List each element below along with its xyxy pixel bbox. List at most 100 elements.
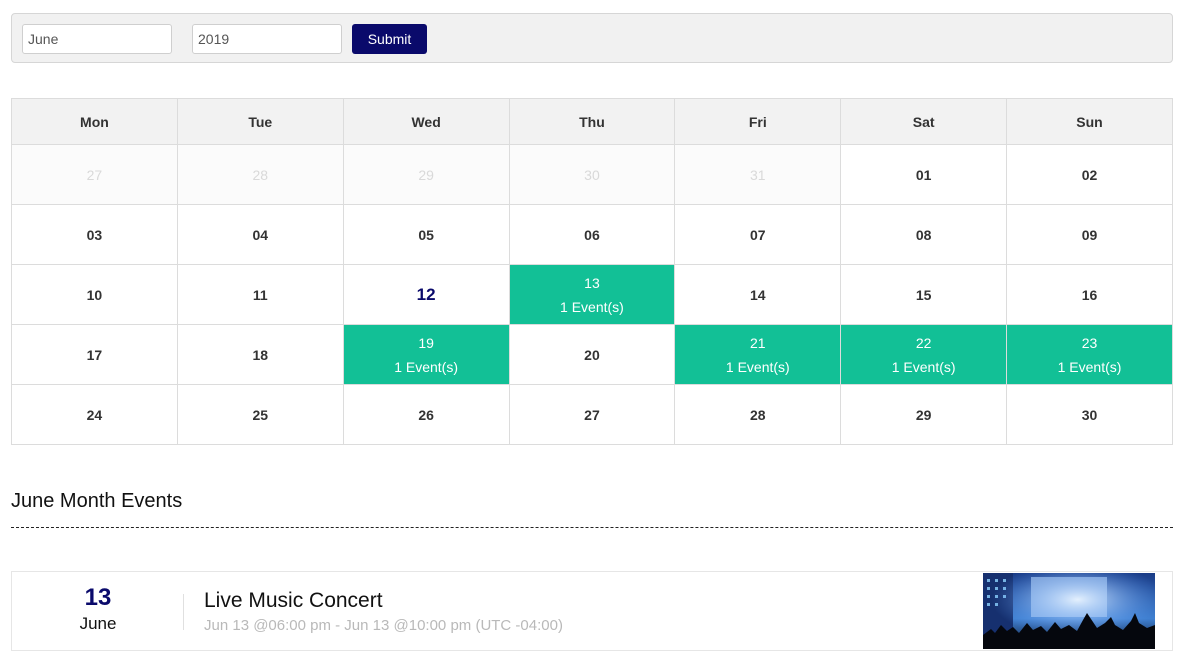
day-number: 23 [1081, 334, 1098, 351]
calendar-day-cell[interactable]: 28 [176, 144, 344, 205]
calendar-day-cell[interactable]: 03 [11, 204, 178, 265]
section-divider [11, 527, 1173, 528]
day-number: 29 [915, 406, 932, 423]
event-separator [183, 594, 184, 630]
day-number: 15 [915, 286, 932, 303]
calendar-day-cell[interactable]: 30 [1006, 384, 1173, 445]
event-count-link[interactable]: 1 Event(s) [1007, 357, 1172, 377]
day-number: 29 [418, 166, 434, 183]
calendar-day-cell[interactable]: 06 [508, 204, 676, 265]
day-number: 11 [252, 286, 268, 303]
event-date-day: 13 [84, 584, 112, 611]
event-title-link[interactable]: Live Music Concert [204, 589, 383, 613]
calendar-day-cell[interactable]: 04 [176, 204, 344, 265]
calendar-day-cell[interactable]: 17 [11, 324, 178, 385]
event-date-month: June [79, 614, 117, 633]
calendar-day-cell[interactable]: 15 [840, 264, 1008, 325]
calendar-body: 27 28 29 30 31 01 02 03 04 05 06 07 08 09 10 11 12 13 1 Ev… [11, 144, 1173, 445]
day-number: 07 [750, 226, 766, 243]
calendar-day-cell[interactable]: 14 [674, 264, 842, 325]
calendar-week-row: 03 04 05 06 07 08 09 [11, 204, 1173, 265]
month-input[interactable] [22, 24, 172, 54]
event-count-link[interactable]: 1 Event(s) [675, 357, 840, 377]
day-number: 14 [750, 286, 766, 303]
calendar-day-cell[interactable]: 01 [840, 144, 1008, 205]
day-number: 16 [1081, 286, 1098, 303]
weekday-header-sat: Sat [840, 98, 1008, 145]
calendar-day-cell[interactable]: 25 [176, 384, 344, 445]
concert-photo-icon[interactable] [983, 573, 1155, 649]
calendar-day-cell[interactable]: 21 1 Event(s) [674, 324, 842, 385]
day-number: 31 [750, 166, 766, 183]
day-number: 02 [1081, 166, 1098, 183]
calendar-day-cell[interactable]: 23 1 Event(s) [1006, 324, 1173, 385]
calendar-day-cell[interactable]: 30 [508, 144, 676, 205]
calendar-day-cell[interactable]: 16 [1006, 264, 1173, 325]
filter-bar: Submit [11, 13, 1173, 63]
year-input[interactable] [192, 24, 342, 54]
day-number: 22 [915, 334, 932, 351]
calendar-day-cell[interactable]: 10 [11, 264, 178, 325]
calendar-day-cell[interactable]: 12 [342, 264, 510, 325]
weekday-header-sun: Sun [1006, 98, 1173, 145]
weekday-header-mon: Mon [11, 98, 178, 145]
day-number: 27 [86, 166, 103, 183]
day-number: 19 [418, 334, 434, 351]
calendar-day-cell[interactable]: 26 [342, 384, 510, 445]
event-count-link[interactable]: 1 Event(s) [510, 297, 675, 317]
calendar-day-cell[interactable]: 31 [674, 144, 842, 205]
event-count-link[interactable]: 1 Event(s) [344, 357, 509, 377]
calendar-week-row: 27 28 29 30 31 01 02 [11, 144, 1173, 205]
day-number: 01 [915, 166, 932, 183]
calendar-day-cell[interactable]: 08 [840, 204, 1008, 265]
day-number: 03 [86, 226, 103, 243]
section-title: June Month Events [11, 490, 183, 512]
submit-button[interactable]: Submit [352, 24, 427, 54]
day-number: 28 [252, 166, 269, 183]
weekday-header-thu: Thu [508, 98, 676, 145]
day-number: 04 [252, 226, 269, 243]
day-number: 05 [418, 226, 434, 243]
day-number: 13 [584, 274, 600, 291]
weekday-header-fri: Fri [674, 98, 842, 145]
calendar-grid: Mon Tue Wed Thu Fri Sat Sun 27 28 29 30 31 01 02 03 04… [11, 98, 1173, 445]
calendar-day-cell[interactable]: 19 1 Event(s) [342, 324, 510, 385]
day-number: 26 [418, 406, 434, 423]
calendar-week-row: 17 18 19 1 Event(s) 20 21 1 Event(s) 22 1 Event(… [11, 324, 1173, 385]
event-card[interactable]: 13 June Live Music Concert Jun 13 @06:00… [11, 571, 1173, 651]
day-number: 30 [584, 166, 600, 183]
calendar-day-cell[interactable]: 29 [840, 384, 1008, 445]
day-number: 20 [584, 346, 600, 363]
day-number: 17 [86, 346, 103, 363]
calendar-day-cell[interactable]: 28 [674, 384, 842, 445]
calendar-day-cell[interactable]: 22 1 Event(s) [840, 324, 1008, 385]
calendar-day-cell[interactable]: 05 [342, 204, 510, 265]
day-number: 24 [86, 406, 103, 423]
calendar-day-cell[interactable]: 18 [176, 324, 344, 385]
weekday-header-tue: Tue [176, 98, 344, 145]
calendar-day-cell[interactable]: 07 [674, 204, 842, 265]
weekday-header-wed: Wed [342, 98, 510, 145]
day-number: 12 [416, 284, 436, 304]
calendar-day-cell[interactable]: 24 [11, 384, 178, 445]
day-number: 09 [1081, 226, 1098, 243]
day-number: 28 [750, 406, 766, 423]
event-count-link[interactable]: 1 Event(s) [841, 357, 1006, 377]
calendar-day-cell[interactable]: 11 [176, 264, 344, 325]
day-number: 06 [584, 226, 600, 243]
calendar-week-row: 10 11 12 13 1 Event(s) 14 15 16 [11, 264, 1173, 325]
day-number: 08 [915, 226, 932, 243]
calendar-day-cell[interactable]: 27 [508, 384, 676, 445]
day-number: 21 [750, 334, 766, 351]
day-number: 30 [1081, 406, 1098, 423]
day-number: 27 [584, 406, 600, 423]
calendar-day-cell[interactable]: 27 [11, 144, 178, 205]
day-number: 25 [252, 406, 269, 423]
day-number: 18 [252, 346, 269, 363]
calendar-day-cell[interactable]: 13 1 Event(s) [508, 264, 676, 325]
calendar-week-row: 24 25 26 27 28 29 30 [11, 384, 1173, 445]
calendar-day-cell[interactable]: 29 [342, 144, 510, 205]
calendar-day-cell[interactable]: 09 [1006, 204, 1173, 265]
calendar-day-cell[interactable]: 02 [1006, 144, 1173, 205]
calendar-day-cell[interactable]: 20 [508, 324, 676, 385]
